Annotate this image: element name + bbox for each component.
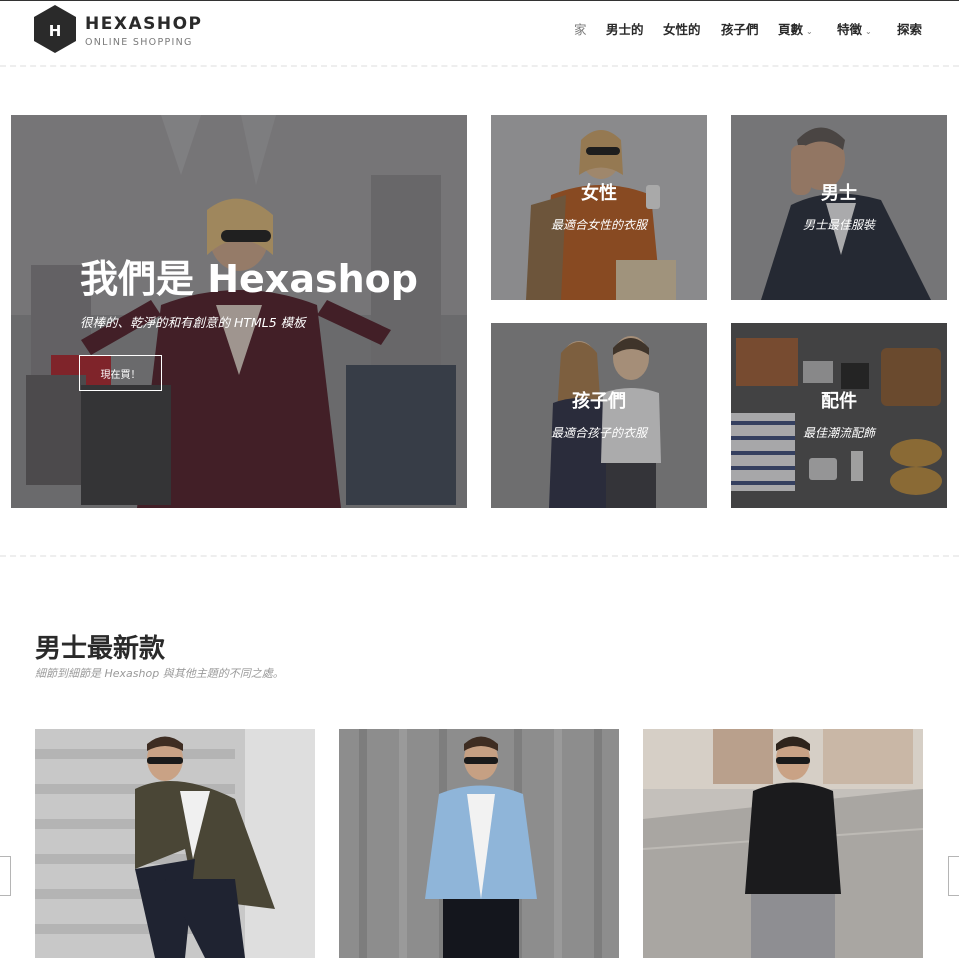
section-subtitle: 細節到細節是 Hexashop 與其他主題的不同之處。 [35, 667, 284, 680]
nav-explore[interactable]: 探索 [897, 19, 922, 38]
category-tile-men[interactable]: 男士 男士最佳服裝 [731, 115, 947, 300]
product-image-denim-jacket [339, 729, 619, 958]
hero-title: 我們是 Hexashop [80, 257, 418, 301]
main-nav: 家 男士的 女性的 孩子們 頁數 ⌄ 特徵 ⌄ 探索 [0, 19, 959, 39]
site-header: H HEXASHOP ONLINE SHOPPING 家 男士的 女性的 孩子們… [0, 1, 959, 65]
men-subtitle: 男士最佳服裝 [802, 218, 875, 232]
chevron-down-icon: ⌄ [865, 27, 872, 36]
hero-subtitle: 很棒的、乾淨的和有創意的 HTML5 模板 [80, 315, 306, 330]
women-title: 女性 [581, 183, 617, 204]
kids-overlay [491, 323, 707, 508]
nav-pages[interactable]: 頁數 ⌄ [778, 19, 813, 38]
shop-now-button[interactable]: 現在買！ [79, 355, 162, 391]
kids-title: 孩子們 [572, 391, 626, 412]
carousel-next-button[interactable] [948, 856, 959, 896]
chevron-down-icon: ⌄ [806, 27, 813, 36]
nav-men[interactable]: 男士的 [606, 19, 644, 38]
men-overlay [731, 115, 947, 300]
section-divider [0, 555, 959, 557]
nav-home[interactable]: 家 [574, 19, 587, 38]
product-image-camo-jacket [35, 729, 315, 958]
category-tile-accessories[interactable]: 配件 最佳潮流配飾 [731, 323, 947, 508]
header-divider [0, 65, 959, 67]
nav-pages-label: 頁數 [778, 22, 804, 37]
section-title: 男士最新款 [35, 634, 166, 664]
nav-features-label: 特徵 [837, 22, 863, 37]
product-card[interactable] [339, 729, 619, 958]
nav-women[interactable]: 女性的 [663, 19, 701, 38]
product-card[interactable] [35, 729, 315, 958]
women-subtitle: 最適合女性的衣服 [550, 218, 647, 232]
product-image-black-sweater [643, 729, 923, 958]
accessories-title: 配件 [821, 391, 857, 412]
accessories-overlay [731, 323, 947, 508]
men-title: 男士 [821, 183, 857, 204]
kids-subtitle: 最適合孩子的衣服 [550, 426, 647, 440]
women-overlay [491, 115, 707, 300]
hero-banner: 我們是 Hexashop 很棒的、乾淨的和有創意的 HTML5 模板 現在買！ [11, 115, 467, 508]
carousel-prev-button[interactable] [0, 856, 11, 896]
category-tile-women[interactable]: 女性 最適合女性的衣服 [491, 115, 707, 300]
category-tile-kids[interactable]: 孩子們 最適合孩子的衣服 [491, 323, 707, 508]
accessories-subtitle: 最佳潮流配飾 [802, 426, 875, 440]
nav-kids[interactable]: 孩子們 [721, 19, 759, 38]
nav-features[interactable]: 特徵 ⌄ [837, 19, 872, 38]
product-card[interactable] [643, 729, 923, 958]
